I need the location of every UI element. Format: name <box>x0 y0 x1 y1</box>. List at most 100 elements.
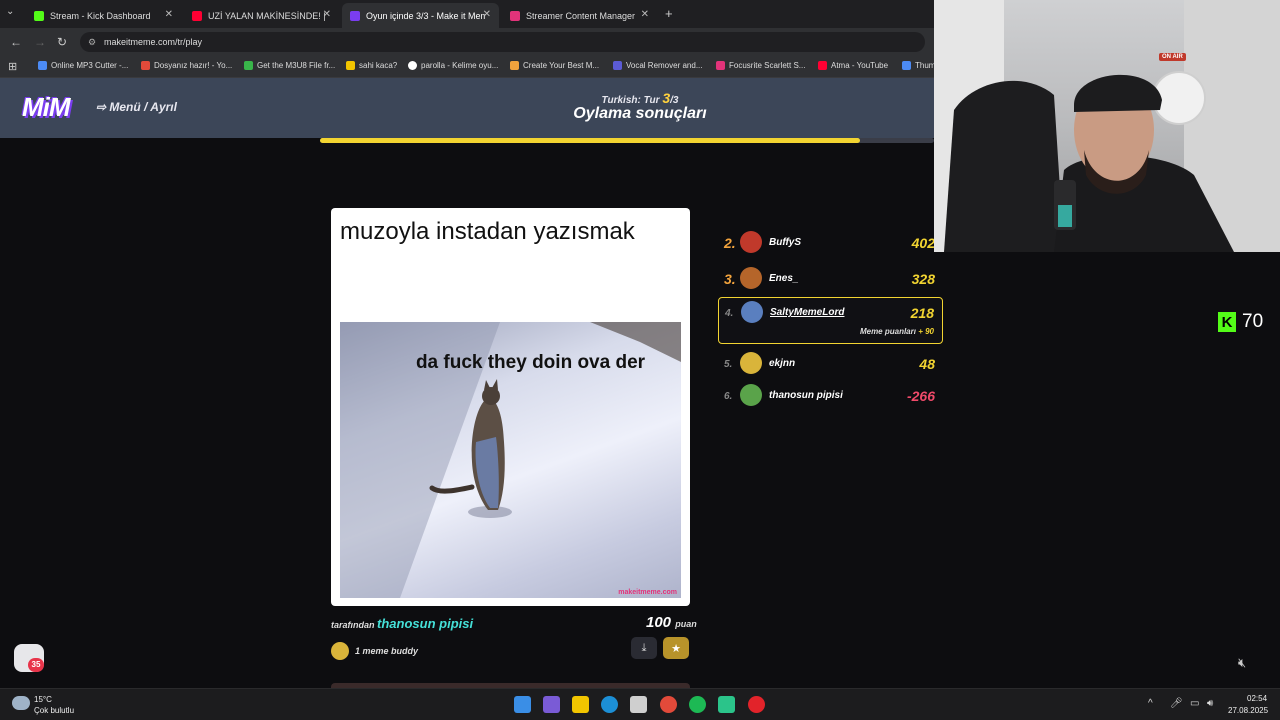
clock-date[interactable]: 27.08.2025 <box>1228 706 1268 715</box>
bookmark-item[interactable]: Focusrite Scarlett S... <box>716 61 805 70</box>
webcam-overlay <box>934 0 1280 252</box>
player-score: 48 <box>919 356 935 372</box>
weather-cloud-icon[interactable] <box>12 696 30 710</box>
player-avatar <box>741 301 763 323</box>
bookmark-label: Online MP3 Cutter -... <box>51 61 129 70</box>
mute-icon[interactable]: 🔇︎ <box>1238 655 1246 671</box>
youtube-favicon-icon <box>192 10 202 21</box>
tab-streamer-content-manager[interactable]: Streamer Content Manager ✕ <box>502 3 657 28</box>
back-icon[interactable]: ← <box>10 35 22 49</box>
player-avatar <box>740 231 762 253</box>
author-row: tarafından thanosun pipisi <box>331 616 473 631</box>
bookmark-item[interactable]: sahi kaca? <box>346 61 397 70</box>
bookmark-label: Vocal Remover and... <box>626 61 703 70</box>
obs-icon[interactable] <box>718 696 735 713</box>
game-header: MiM ⇨ Menü / Ayrıl Turkish: Tur 3/3 Oyla… <box>0 78 934 138</box>
file-explorer-icon[interactable] <box>572 696 589 713</box>
meme-points-value: + 90 <box>918 327 934 336</box>
tab-youtube[interactable]: UZİ YALAN MAKİNESİNDE! | #P ✕ <box>184 3 339 28</box>
mim-logo[interactable]: MiM <box>22 92 71 123</box>
star-icon: ★ <box>671 642 681 655</box>
tab-list-icon[interactable]: ⌄ <box>6 6 14 17</box>
bookmark-item[interactable]: parolla - Kelime oyu... <box>408 61 498 70</box>
meme-caption: muzoyla instadan yazısmak <box>340 218 635 245</box>
round-info: Turkish: Tur 3/3 <box>540 90 740 106</box>
microphone-icon[interactable]: 🎤︎ <box>1170 698 1183 709</box>
bookmark-label: Focusrite Scarlett S... <box>729 61 806 70</box>
close-icon[interactable]: ✕ <box>483 9 491 20</box>
network-icon[interactable]: ▭ <box>1190 698 1199 709</box>
start-icon[interactable] <box>514 696 531 713</box>
browser-tabbar: ⌄ Stream - Kick Dashboard ✕ UZİ YALAN MA… <box>0 0 934 28</box>
react-button[interactable]: ★ <box>663 637 689 659</box>
bookmark-item[interactable]: Create Your Best M... <box>510 61 599 70</box>
leaderboard-row: 2. BuffyS 402 <box>718 228 943 258</box>
bookmark-icon <box>902 61 911 70</box>
bookmark-icon <box>613 61 622 70</box>
rank: 3. <box>724 271 736 287</box>
download-button[interactable]: ⤓ <box>631 637 657 659</box>
apps-grid-icon[interactable]: ⊞ <box>8 60 17 73</box>
meme-image-text: da fuck they doin ova der <box>415 352 646 373</box>
copilot-icon[interactable] <box>543 696 560 713</box>
bookmark-item[interactable]: Dosyanız hazır! - Yo... <box>141 61 232 70</box>
close-icon[interactable]: ✕ <box>323 9 331 20</box>
tab-makeitmeme[interactable]: Oyun içinde 3/3 - Make it Mem ✕ <box>342 3 499 28</box>
exit-icon: ⇨ <box>96 100 110 114</box>
meme-points-label: Meme puanları <box>859 327 916 336</box>
volume-icon[interactable]: 🔊︎ <box>1207 698 1213 709</box>
spotify-icon[interactable] <box>689 696 706 713</box>
edge-icon[interactable] <box>601 696 618 713</box>
bookmark-item[interactable]: Thum <box>902 61 935 70</box>
bookmark-icon <box>346 61 355 70</box>
meme-points: 100 puan <box>646 614 697 631</box>
rank: 2. <box>724 235 736 251</box>
author-name[interactable]: thanosun pipisi <box>377 616 473 631</box>
buddy-icon <box>331 642 349 660</box>
tab-label: Streamer Content Manager <box>526 10 636 21</box>
clock-time[interactable]: 02:54 <box>1247 694 1267 703</box>
tab-label: Stream - Kick Dashboard <box>50 10 151 21</box>
address-bar[interactable]: ⚙ makeitmeme.com/tr/play <box>80 32 925 52</box>
bookmark-item[interactable]: Atma - YouTube <box>818 61 888 70</box>
meme-card: muzoyla instadan yazısmak da fuck they d… <box>331 208 690 606</box>
makeitmeme-favicon-icon <box>350 10 360 21</box>
bookmark-icon <box>38 61 47 70</box>
webcam-figure <box>934 0 1280 252</box>
bookmark-label: Get the M3U8 File fr... <box>257 61 336 70</box>
player-avatar <box>740 384 762 406</box>
bookmark-icon <box>716 61 725 70</box>
store-icon[interactable] <box>630 696 647 713</box>
chrome-icon[interactable] <box>660 696 677 713</box>
buddy-text: 1 meme buddy <box>355 646 419 656</box>
tray-chevron-icon[interactable]: ^ <box>1148 698 1153 709</box>
round-progress-bar <box>320 138 934 143</box>
bookmark-label: sahi kaca? <box>359 61 398 70</box>
kick-viewer-badge: K 70 <box>1218 311 1263 333</box>
bookmarks-bar: ⊞ Online MP3 Cutter -... Dosyanız hazır!… <box>0 56 935 78</box>
meme-image: da fuck they doin ova der makeitmeme.com <box>340 322 681 598</box>
new-tab-icon[interactable]: + <box>665 6 673 21</box>
tab-kick-dashboard[interactable]: Stream - Kick Dashboard ✕ <box>26 3 181 28</box>
points-value: 100 <box>646 614 672 631</box>
viewer-count: 70 <box>1242 311 1264 332</box>
weather-temp: 15°C <box>34 695 52 704</box>
bookmark-item[interactable]: Online MP3 Cutter -... <box>38 61 128 70</box>
bookmark-label: Atma - YouTube <box>831 61 889 70</box>
menu-leave-link[interactable]: ⇨ Menü / Ayrıl <box>96 100 177 114</box>
close-icon[interactable]: ✕ <box>641 9 649 20</box>
bookmark-item[interactable]: Vocal Remover and... <box>613 61 702 70</box>
player-avatar <box>740 267 762 289</box>
bookmark-item[interactable]: Get the M3U8 File fr... <box>244 61 335 70</box>
player-name: Enes_ <box>769 273 799 284</box>
close-icon[interactable]: ✕ <box>165 9 173 20</box>
bookmark-label: Create Your Best M... <box>523 61 600 70</box>
reload-icon[interactable]: ↻ <box>57 35 67 49</box>
forward-icon[interactable]: → <box>34 35 46 49</box>
media-player-icon[interactable] <box>748 696 765 713</box>
player-name: SaltyMemeLord <box>770 307 845 318</box>
kick-favicon-icon <box>34 10 44 21</box>
site-info-icon[interactable]: ⚙ <box>88 37 96 48</box>
player-score: -266 <box>906 388 935 404</box>
screen: ⌄ Stream - Kick Dashboard ✕ UZİ YALAN MA… <box>0 0 1280 720</box>
